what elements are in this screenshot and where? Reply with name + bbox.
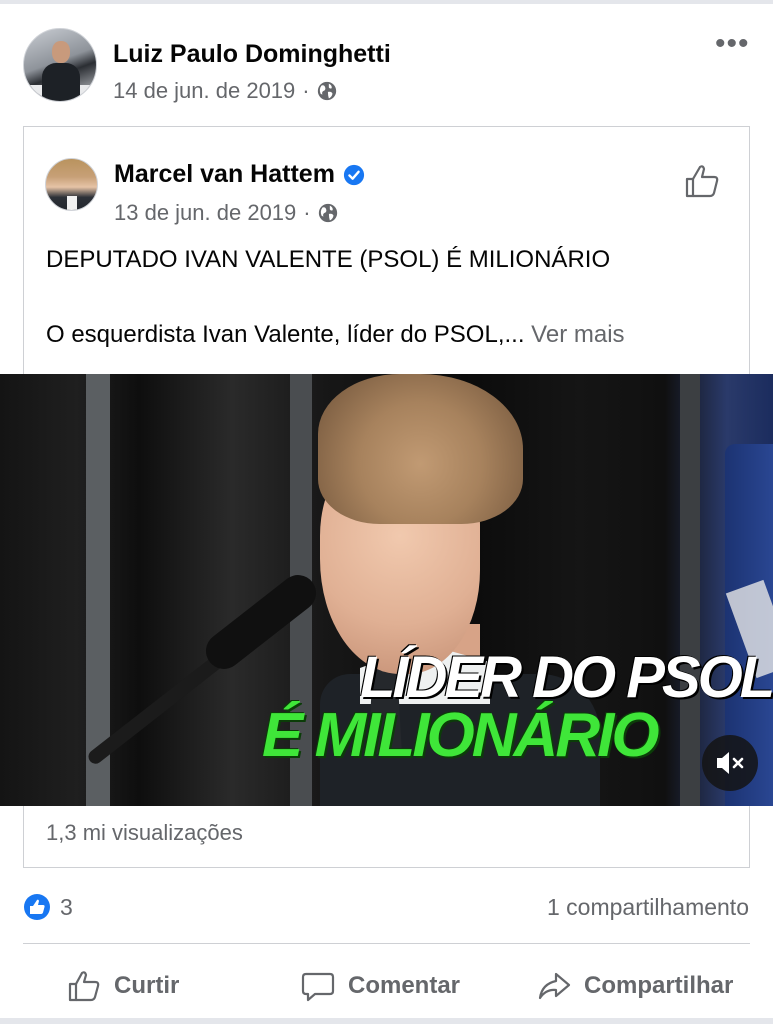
shared-author-name[interactable]: Marcel van Hattem <box>114 160 335 189</box>
thumbs-up-icon <box>68 971 100 1002</box>
like-reaction-icon[interactable] <box>23 893 51 921</box>
action-bar: Curtir Comentar Compartilhar <box>0 954 773 1018</box>
globe-icon <box>318 203 337 223</box>
body-preview: O esquerdista Ivan Valente, líder do PSO… <box>46 321 525 348</box>
shared-author-avatar[interactable] <box>45 158 98 211</box>
speaker-muted-icon <box>717 752 744 774</box>
post-meta: 14 de jun. de 2019 · <box>113 78 338 104</box>
video-player[interactable]: LÍDER DO PSOL É MILIONÁRIO <box>0 374 773 806</box>
shared-post-meta: 13 de jun. de 2019 · <box>114 200 339 226</box>
meta-separator: · <box>303 200 311 225</box>
globe-icon <box>317 81 336 101</box>
comment-button-label: Comentar <box>348 972 461 999</box>
share-button-label: Compartilhar <box>584 972 734 999</box>
more-options-button[interactable]: ••• <box>715 29 755 62</box>
comment-bubble-icon <box>301 972 335 1002</box>
video-caption-line2: É MILIONÁRIO <box>262 701 660 770</box>
mute-toggle-button[interactable] <box>702 735 758 791</box>
shared-post-date[interactable]: 13 de jun. de 2019 <box>114 200 296 226</box>
like-count[interactable]: 3 <box>60 894 73 921</box>
shared-author-row: Marcel van Hattem <box>114 160 365 189</box>
reactions-bar: 3 1 compartilhamento <box>0 884 773 928</box>
share-count[interactable]: 1 compartilhamento <box>547 894 749 921</box>
shared-post-headline: DEPUTADO IVAN VALENTE (PSOL) É MILIONÁRI… <box>46 246 611 273</box>
author-avatar[interactable] <box>23 28 97 102</box>
see-more-link[interactable]: Ver mais <box>525 321 624 348</box>
post-card: Luiz Paulo Dominghetti 14 de jun. de 201… <box>0 4 773 1018</box>
share-button[interactable]: Compartilhar <box>536 962 733 1010</box>
comment-button[interactable]: Comentar <box>300 962 460 1010</box>
meta-separator: · <box>302 78 310 103</box>
like-button-label: Curtir <box>114 972 180 999</box>
video-views: 1,3 mi visualizações <box>46 820 243 845</box>
verified-badge-icon <box>343 164 365 185</box>
post-date[interactable]: 14 de jun. de 2019 <box>113 78 295 104</box>
shared-post-body: O esquerdista Ivan Valente, líder do PSO… <box>46 321 625 349</box>
share-arrow-icon <box>538 972 571 1000</box>
like-page-icon[interactable] <box>682 161 722 201</box>
author-name[interactable]: Luiz Paulo Dominghetti <box>113 40 391 69</box>
like-button[interactable]: Curtir <box>66 962 179 1010</box>
post-header: Luiz Paulo Dominghetti 14 de jun. de 201… <box>0 4 773 124</box>
divider <box>23 943 750 944</box>
